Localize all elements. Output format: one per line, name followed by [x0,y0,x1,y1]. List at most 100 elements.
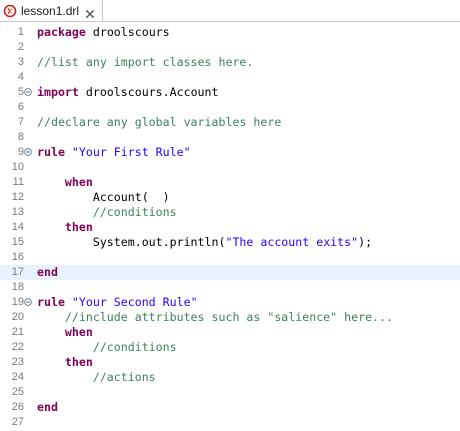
code-line[interactable]: 12 Account( ) [0,190,460,205]
code-line[interactable]: 10 [0,160,460,175]
code-line[interactable]: 13 //conditions [0,205,460,220]
code-token: droolscours [85,25,170,39]
line-number: 24 [11,371,24,383]
editor-tab-bar: lesson1.drl [0,0,460,22]
code-line[interactable]: 24 //actions [0,370,460,385]
code-line[interactable]: 8 [0,130,460,145]
line-number: 15 [11,236,24,248]
code-token: ); [358,235,373,249]
code-line[interactable]: 4 [0,70,460,85]
line-number: 3 [17,56,24,68]
code-line[interactable]: 14 then [0,220,460,235]
code-text: Account( ) [37,190,170,205]
line-number: 11 [12,176,24,188]
tab-lesson1-drl[interactable]: lesson1.drl [0,0,103,21]
code-text: System.out.println("The account exits"); [37,235,372,250]
code-token: Account( ) [37,190,170,204]
code-text: when [37,175,93,190]
code-text: then [37,220,93,235]
code-line[interactable]: 6 [0,100,460,115]
code-text: when [37,325,93,340]
close-icon[interactable] [85,6,95,18]
keyword-token: when [64,325,93,339]
comment-token: //conditions [92,205,177,219]
code-line[interactable]: 9 rule "Your First Rule" [0,145,460,160]
code-text: rule "Your First Rule" [37,145,191,160]
code-line[interactable]: 23 then [0,355,460,370]
keyword-token: end [37,400,58,414]
tab-label: lesson1.drl [21,3,80,18]
comment-token: //declare any global variables here [37,115,282,129]
code-text: rule "Your Second Rule" [37,295,198,310]
fold-collapse-icon[interactable] [24,148,32,156]
comment-token: //list any import classes here. [37,55,254,69]
line-number: 4 [17,71,24,83]
code-line[interactable]: 17 end [0,265,460,280]
code-text: //conditions [37,205,177,220]
drools-file-icon [3,4,17,18]
code-line[interactable]: 20 //include attributes such as "salienc… [0,310,460,325]
line-number: 17 [11,266,24,278]
line-number: 2 [17,41,24,53]
fold-collapse-icon[interactable] [24,298,32,306]
line-number: 26 [11,401,24,413]
code-text: then [37,355,93,370]
code-text: //declare any global variables here [37,115,281,130]
code-line[interactable]: 25 [0,385,460,400]
line-number: 27 [11,416,24,428]
code-text: //actions [37,370,156,385]
string-token: "The account exits" [225,235,359,249]
line-number: 22 [11,341,24,353]
code-token: System.out.println( [37,235,226,249]
code-token: droolscours.Account [78,85,219,99]
code-line[interactable]: 5 import droolscours.Account [0,85,460,100]
code-line[interactable]: 27 [0,415,460,430]
code-line[interactable]: 18 [0,280,460,295]
keyword-token: end [37,265,58,279]
code-line[interactable]: 7 //declare any global variables here [0,115,460,130]
line-number: 1 [17,26,24,38]
line-number: 19 [11,296,24,308]
code-line[interactable]: 21 when [0,325,460,340]
editor-window: lesson1.drl 1 package droolscours 2 3 //list… [0,0,460,431]
line-number: 5 [17,86,24,98]
code-line[interactable]: 11 when [0,175,460,190]
code-line[interactable]: 16 [0,250,460,265]
code-text: import droolscours.Account [37,85,219,100]
code-text: //list any import classes here. [37,55,253,70]
code-editor[interactable]: 1 package droolscours 2 3 //list any import … [0,22,460,431]
code-line[interactable]: 22 //conditions [0,340,460,355]
fold-collapse-icon[interactable] [24,88,32,96]
keyword-token: rule [37,295,65,309]
line-number: 10 [11,161,24,173]
keyword-token: when [64,175,93,189]
code-line[interactable]: 19 rule "Your Second Rule" [0,295,460,310]
line-number: 20 [11,311,24,323]
code-line[interactable]: 1 package droolscours [0,25,460,40]
code-text: //include attributes such as "salience" … [37,310,393,325]
keyword-token: package [37,25,86,39]
keyword-token: import [37,85,79,99]
line-number: 12 [11,191,24,203]
code-line[interactable]: 2 [0,40,460,55]
code-text: //conditions [37,340,177,355]
code-line[interactable]: 3 //list any import classes here. [0,55,460,70]
line-number: 18 [11,281,24,293]
code-text: end [37,265,58,280]
code-line[interactable]: 26 end [0,400,460,415]
line-number: 8 [17,131,24,143]
line-number: 6 [17,101,24,113]
string-token: "Your First Rule" [71,145,191,159]
code-text: package droolscours [37,25,170,40]
code-line[interactable]: 15 System.out.println("The account exits… [0,235,460,250]
